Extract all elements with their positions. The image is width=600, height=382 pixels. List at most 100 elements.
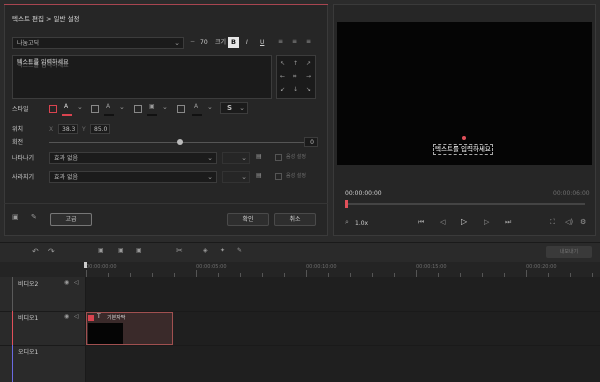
add-track-icon[interactable]: ▣ [98,248,104,254]
font-select[interactable]: 나눔고딕 ⌄ [12,37,184,49]
disappear-select[interactable]: 효과 없음 ⌄ [49,171,217,183]
arrow-left-icon[interactable]: ← [280,74,285,80]
anchor-grid[interactable]: ↖ ↑ ↗ ← ⌗ → ↙ ↓ ↘ [276,55,316,99]
ruler-tick [526,270,527,277]
position-label: 위치 [12,126,24,133]
arrow-up-right-icon[interactable]: ↗ [306,61,311,67]
time-total: 00:00:06:00 [553,190,590,197]
shadow-color-swatch [192,114,202,116]
font-size-value[interactable]: 70 [200,40,208,46]
fullscreen-icon[interactable]: ⛶ [550,219,555,226]
effects-icon[interactable]: ✦ [220,248,225,254]
image-icon[interactable]: ▣ [12,214,19,221]
shadow-style-select[interactable]: S ⌄ [220,102,248,114]
arrow-up-left-icon[interactable]: ↖ [280,61,285,67]
crop-icon[interactable]: ◈ [203,248,208,254]
arrow-down-icon[interactable]: ↓ [293,87,298,93]
appear-select[interactable]: 효과 없음 ⌄ [49,152,217,164]
caption-anchor-dot[interactable] [462,136,466,140]
font-size-decrease-icon[interactable]: − [190,39,195,45]
skip-end-icon[interactable]: ⏭ [505,219,511,226]
chevron-down-icon: ⌄ [174,39,180,47]
arrow-down-left-icon[interactable]: ↙ [280,87,285,93]
undo-icon[interactable]: ↶ [32,248,39,256]
clip-thumbnail [88,323,123,344]
template-button[interactable]: 고급 [50,213,92,226]
text-color-checkbox[interactable] [49,105,57,113]
bold-button[interactable]: B [228,37,239,48]
chevron-down-icon: ⌄ [207,154,213,162]
rotation-value: 0 [310,139,314,146]
ok-button[interactable]: 확인 [227,213,269,226]
seek-thumb[interactable] [345,200,348,208]
copy-icon[interactable]: ▣ [136,248,142,254]
outline-checkbox[interactable] [91,105,99,113]
step-back-icon[interactable]: ◁ [440,219,445,226]
position-x-input[interactable]: 38.3 [58,124,78,134]
appear-duration-select: ⌄ [222,152,250,164]
magnifier-icon[interactable]: ⌕ [345,219,349,226]
split-icon[interactable]: ▣ [118,248,124,254]
pen-icon[interactable]: ✎ [237,248,242,254]
text-color-swatch [62,114,72,116]
arrow-up-icon[interactable]: ↑ [293,61,298,67]
position-x-value: 38.3 [62,126,76,133]
italic-button[interactable]: I [246,40,248,46]
cancel-button[interactable]: 취소 [274,213,316,226]
seek-bar[interactable] [345,203,585,205]
outline-color-swatch [104,114,114,116]
skip-start-icon[interactable]: ⏮ [418,219,424,226]
text-icon: T [97,313,101,320]
ruler-playhead-marker[interactable] [84,262,87,268]
align-left-icon[interactable]: ≡ [278,39,283,45]
chevron-down-icon: ⌄ [241,173,247,181]
background-color-icon[interactable]: ▣ [149,104,155,110]
ruler-label: 00:00:20:00 [526,264,557,270]
play-icon[interactable]: ▷ [461,218,467,226]
center-icon[interactable]: ⌗ [293,74,296,80]
eye-icon[interactable]: ◉ [64,280,69,286]
eye-icon[interactable]: ◉ [64,314,69,320]
outline-color-icon[interactable]: A [106,104,110,110]
rotation-slider-thumb[interactable] [177,139,183,145]
preview-caption[interactable]: 텍스트를 입력하세요 [433,144,493,155]
disappear-value: 효과 없음 [54,174,78,181]
chevron-down-icon[interactable]: ⌄ [77,104,83,111]
rotation-input[interactable]: 0 [304,137,318,147]
align-right-icon[interactable]: ≡ [306,39,311,45]
scissors-icon[interactable]: ✂ [176,247,183,255]
shadow-checkbox[interactable] [177,105,185,113]
shadow-color-icon[interactable]: A [194,104,198,110]
disappear-voice-checkbox [275,173,282,180]
clip-label: 기본자막 [107,315,126,321]
chevron-down-icon[interactable]: ⌄ [162,104,168,111]
align-center-icon[interactable]: ≡ [292,39,297,45]
arrow-right-icon[interactable]: → [306,74,311,80]
time-current: 00:00:00:00 [345,190,382,197]
speaker-icon[interactable]: ◁ [74,314,79,320]
chevron-down-icon[interactable]: ⌄ [119,104,125,111]
text-color-icon[interactable]: A [64,104,68,110]
zoom-level[interactable]: 1.0x [355,221,368,227]
redo-icon[interactable]: ↷ [48,248,55,256]
volume-icon[interactable]: ◁) [565,219,573,226]
background-color-swatch [147,114,157,116]
export-button[interactable]: 내보내기 [546,246,592,258]
chevron-down-icon: ⌄ [241,154,247,162]
arrow-down-right-icon[interactable]: ↘ [306,87,311,93]
settings-icon[interactable]: ⚙ [580,219,586,226]
ruler-tick [86,270,87,277]
font-size-label: 크기 [215,39,227,46]
caption-clip[interactable]: T 기본자막 [86,312,173,345]
timeline-toolbar [0,242,600,262]
chevron-down-icon[interactable]: ⌄ [207,104,213,111]
panel-top-accent [4,4,328,5]
ruler-label: 00:00:15:00 [416,264,447,270]
speaker-icon[interactable]: ◁ [74,280,79,286]
background-checkbox[interactable] [134,105,142,113]
underline-button[interactable]: U [260,40,264,46]
position-y-input[interactable]: 85.0 [90,124,110,134]
step-forward-icon[interactable]: ▷ [484,219,489,226]
pen-icon[interactable]: ✎ [31,214,37,221]
track-name-video2: 비디오2 [18,281,39,288]
